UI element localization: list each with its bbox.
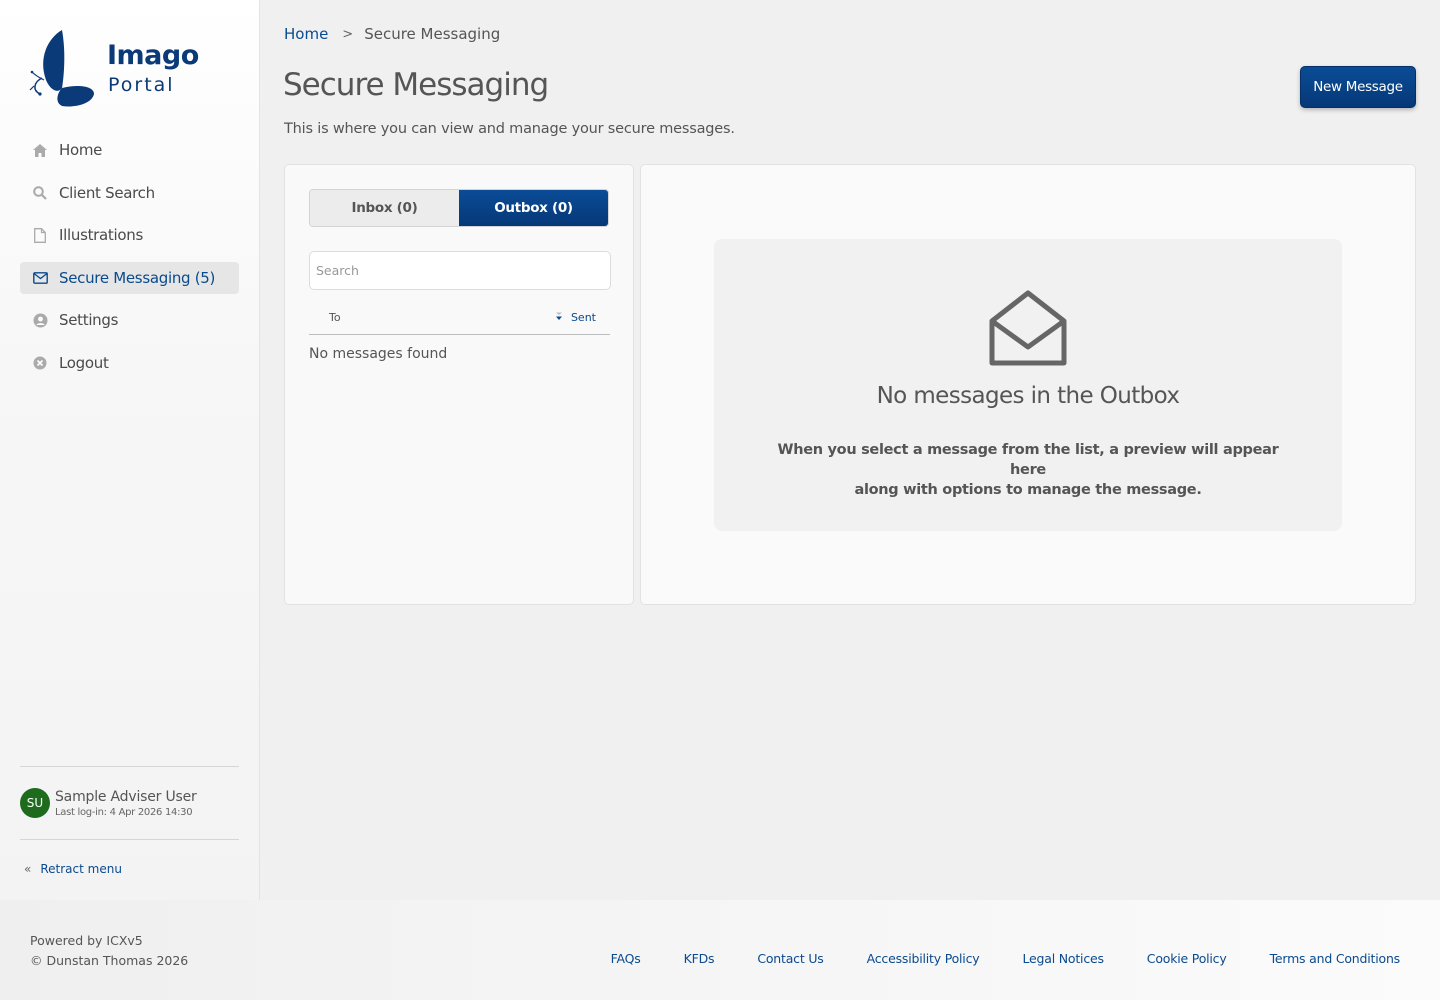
logo-text-secondary: Portal <box>108 74 175 96</box>
column-sent-sort[interactable]: Sent <box>555 311 596 324</box>
empty-preview-description: When you select a message from the list,… <box>774 440 1282 500</box>
avatar: SU <box>20 788 50 818</box>
sidebar-item-label: Logout <box>59 353 109 372</box>
empty-preview: No messages in the Outbox When you selec… <box>714 239 1342 531</box>
butterfly-logo-icon <box>29 30 94 107</box>
breadcrumb-separator: > <box>342 26 354 42</box>
mailbox-tabs: Inbox (0) Outbox (0) <box>309 189 609 227</box>
empty-preview-line-1: When you select a message from the list,… <box>777 442 1279 478</box>
breadcrumb-home-link[interactable]: Home <box>284 25 328 43</box>
sidebar-nav: Home Client Search Illustrations Secure … <box>20 134 239 390</box>
new-message-button[interactable]: New Message <box>1300 66 1416 108</box>
footer-links: FAQs KFDs Contact Us Accessibility Polic… <box>568 951 1401 966</box>
home-icon <box>32 142 48 158</box>
user-name: Sample Adviser User <box>55 788 197 805</box>
logo[interactable]: Imago Portal <box>28 28 199 108</box>
sidebar-item-home[interactable]: Home <box>20 134 239 166</box>
sidebar-item-illustrations[interactable]: Illustrations <box>20 219 239 251</box>
footer-link-terms-and-conditions[interactable]: Terms and Conditions <box>1270 951 1401 966</box>
sidebar-item-label: Client Search <box>59 183 155 202</box>
footer-link-legal-notices[interactable]: Legal Notices <box>1022 951 1104 966</box>
sidebar-item-client-search[interactable]: Client Search <box>20 177 239 209</box>
divider <box>20 839 239 840</box>
footer-credits: Powered by ICXv5 © Dunstan Thomas 2026 <box>30 931 188 971</box>
sidebar-item-label: Settings <box>59 311 119 330</box>
sidebar-item-label: Secure Messaging (5) <box>59 268 216 287</box>
message-list-panel: Inbox (0) Outbox (0) To Sent No messages… <box>284 164 634 605</box>
divider <box>20 766 239 767</box>
retract-menu-label: Retract menu <box>40 862 122 876</box>
sidebar-item-logout[interactable]: Logout <box>20 347 239 379</box>
footer-link-cookie-policy[interactable]: Cookie Policy <box>1147 951 1227 966</box>
double-chevron-left-icon: « <box>24 862 32 876</box>
empty-preview-line-2: along with options to manage the message… <box>854 482 1202 498</box>
footer-link-contact-us[interactable]: Contact Us <box>757 951 823 966</box>
open-envelope-icon <box>989 290 1067 366</box>
footer: Powered by ICXv5 © Dunstan Thomas 2026 F… <box>0 900 1440 1000</box>
tab-outbox[interactable]: Outbox (0) <box>459 190 608 226</box>
copyright-text: © Dunstan Thomas 2026 <box>30 953 189 968</box>
breadcrumb: Home > Secure Messaging <box>284 25 500 43</box>
sort-descending-icon <box>555 311 563 324</box>
sidebar-item-settings[interactable]: Settings <box>20 304 239 336</box>
message-preview-panel: No messages in the Outbox When you selec… <box>640 164 1416 605</box>
last-login-text: Last log-in: 4 Apr 2026 14:30 <box>55 806 193 818</box>
breadcrumb-current: Secure Messaging <box>364 25 501 43</box>
sidebar-item-label: Home <box>59 141 103 159</box>
empty-preview-title: No messages in the Outbox <box>876 383 1180 409</box>
logo-text-primary: Imago <box>107 40 199 71</box>
search-icon <box>32 185 48 201</box>
search-input[interactable] <box>309 251 611 290</box>
user-profile[interactable]: SU Sample Adviser User Last log-in: 4 Ap… <box>20 788 197 818</box>
column-to[interactable]: To <box>329 311 341 324</box>
column-sent-label: Sent <box>570 311 596 324</box>
page-description: This is where you can view and manage yo… <box>284 121 735 137</box>
powered-by-text: Powered by ICXv5 <box>30 933 143 948</box>
user-circle-icon <box>32 312 48 328</box>
sidebar-item-label: Illustrations <box>59 226 143 245</box>
sidebar-item-secure-messaging[interactable]: Secure Messaging (5) <box>20 261 239 294</box>
empty-list-text: No messages found <box>309 346 448 362</box>
footer-link-faqs[interactable]: FAQs <box>611 951 641 966</box>
footer-link-kfds[interactable]: KFDs <box>684 951 715 966</box>
document-icon <box>32 227 48 243</box>
page-title: Secure Messaging <box>283 67 549 103</box>
sidebar: Imago Portal Home Client Search Illustra… <box>0 0 260 900</box>
envelope-icon <box>32 270 48 286</box>
close-circle-icon <box>32 355 48 371</box>
message-list-header: To Sent <box>309 305 610 335</box>
footer-link-accessibility-policy[interactable]: Accessibility Policy <box>867 951 980 966</box>
tab-inbox[interactable]: Inbox (0) <box>310 190 459 226</box>
retract-menu-button[interactable]: « Retract menu <box>24 862 122 876</box>
